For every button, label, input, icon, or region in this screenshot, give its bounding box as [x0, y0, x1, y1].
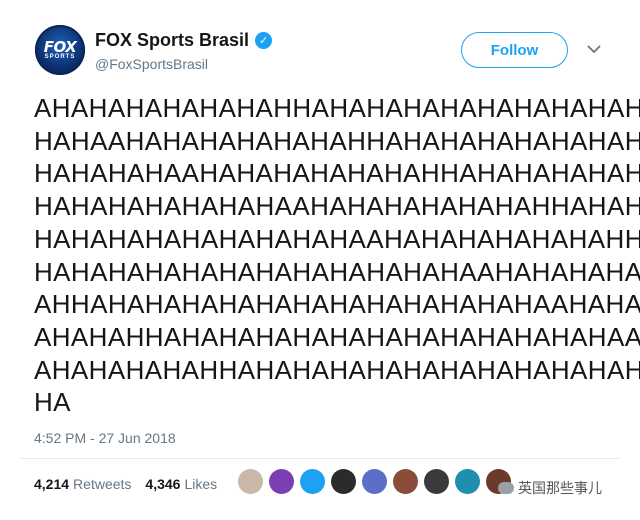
likes-stat[interactable]: 4,346 Likes	[145, 476, 217, 492]
tweet-text-line: HAHAHAHAAHAHAHAHAHAHAHHAHAHAHAHAHA	[34, 158, 640, 189]
tweet-text-line: AHAHAHAHAHAHAHHAHAHAHAHAHAHAHAHAHA	[34, 93, 640, 123]
watermark-text: 英国那些事儿	[518, 481, 602, 497]
tweet-text-line: HAHAHAHAHAHAHAAHAHAHAHAHAHAHHAHAHA	[34, 191, 640, 222]
avatar-logo-subtext: SPORTS	[44, 53, 76, 60]
verified-badge-icon: ✓	[255, 32, 273, 49]
retweets-label: Retweets	[73, 476, 132, 492]
tweet-timestamp[interactable]: 4:52 PM - 27 Jun 2018	[34, 430, 176, 446]
tweet-text-line: HA	[34, 387, 71, 418]
chevron-down-icon[interactable]	[585, 42, 603, 56]
watermark: 英国那些事儿	[498, 478, 602, 498]
display-name[interactable]: FOX Sports Brasil	[95, 30, 249, 51]
liker-avatar[interactable]	[424, 469, 449, 494]
avatar-logo-text: FOX	[43, 37, 77, 56]
tweet-stats: 4,214 Retweets 4,346 Likes	[34, 476, 217, 492]
liker-avatar[interactable]	[269, 469, 294, 494]
retweets-count: 4,214	[34, 476, 70, 492]
tweet-text: AHAHAHAHAHAHAHHAHAHAHAHAHAHAHAHAHA HAHAAH…	[34, 92, 640, 419]
retweets-stat[interactable]: 4,214 Retweets	[34, 476, 131, 492]
liker-avatar[interactable]	[455, 469, 480, 494]
liker-avatar[interactable]	[238, 469, 263, 494]
avatar[interactable]: FOX SPORTS	[35, 25, 85, 75]
divider	[20, 458, 620, 459]
follow-button[interactable]: Follow	[461, 32, 568, 68]
likes-count: 4,346	[145, 476, 181, 492]
name-row: FOX Sports Brasil ✓	[95, 30, 273, 51]
tweet-text-line: HAHAHAHAHAHAHAHAHAAHAHAHAHAHAHAHHA	[34, 223, 640, 254]
likes-label: Likes	[184, 476, 218, 492]
tweet-text-line: AHAHAHHAHAHAHAHAHAHAHAHAHAHAHAHAAH	[34, 321, 640, 352]
user-handle[interactable]: @FoxSportsBrasil	[95, 56, 208, 72]
liker-avatar[interactable]	[362, 469, 387, 494]
liker-avatar[interactable]	[331, 469, 356, 494]
wechat-icon	[498, 482, 514, 494]
liker-avatar[interactable]	[300, 469, 325, 494]
tweet-text-line: HAHAHAHAHAHAHAHAHAHAHAHAAHAHAHAHAH	[34, 256, 640, 287]
liker-avatar[interactable]	[393, 469, 418, 494]
tweet-text-line: AHHAHAHAHAHAHAHAHAHAHAHAHAHAAHAHAH	[34, 289, 640, 320]
liker-avatars	[238, 469, 511, 494]
tweet-text-line: AHAHAHAHAHHAHAHAHAHAHAHAHAHAHAHAHA	[34, 354, 640, 385]
tweet-card: FOX SPORTS FOX Sports Brasil ✓ @FoxSport…	[0, 0, 640, 520]
tweet-text-line: HAHAAHAHAHAHAHAHAHHAHAHAHAHAHAHAHA	[34, 125, 640, 156]
